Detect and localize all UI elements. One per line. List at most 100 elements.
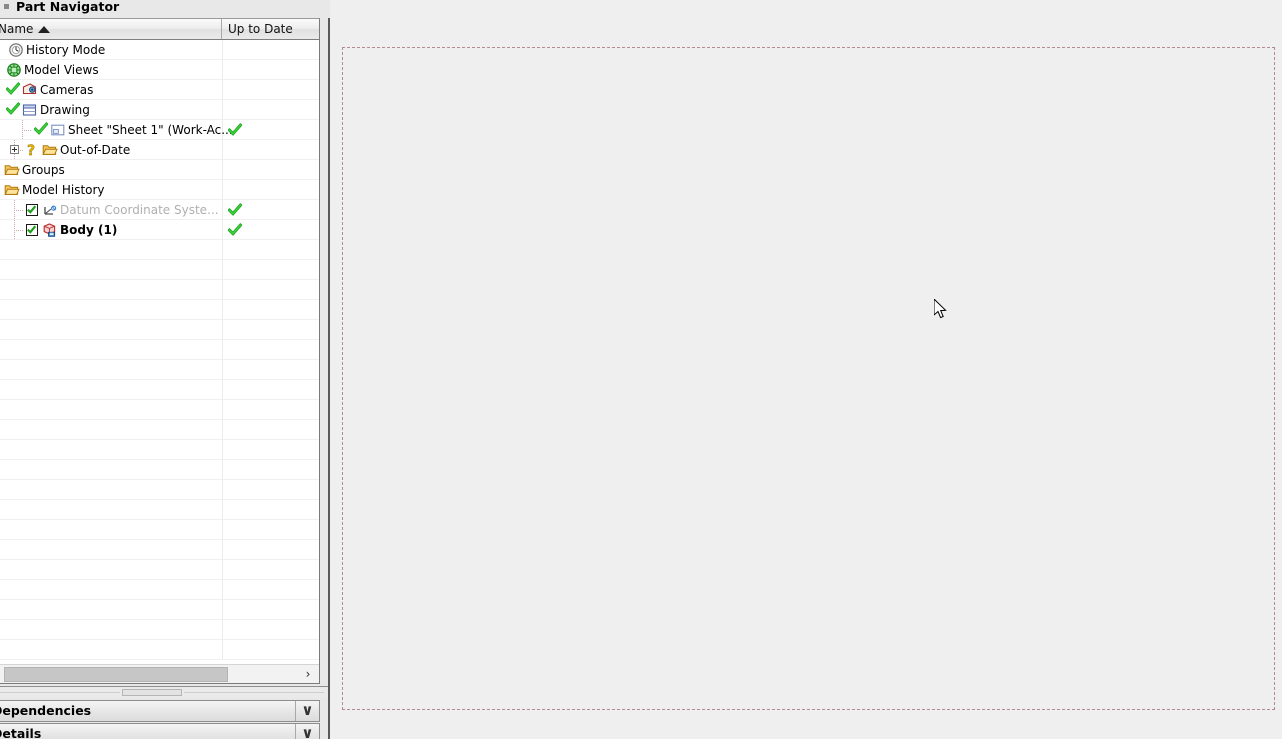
column-separator — [222, 620, 223, 640]
table-row-empty[interactable] — [0, 580, 319, 600]
drawing-sheet-border — [342, 47, 1275, 710]
feature-checkbox[interactable] — [26, 204, 38, 216]
table-row-empty[interactable] — [0, 480, 319, 500]
tree-connector-line — [14, 210, 24, 211]
table-row-empty[interactable] — [0, 240, 319, 260]
folder-icon — [42, 145, 58, 155]
column-separator — [222, 200, 223, 220]
table-row-empty[interactable] — [0, 460, 319, 480]
sheet-icon — [51, 124, 65, 136]
table-row[interactable]: Sheet "Sheet 1" (Work-Ac... — [0, 120, 319, 140]
section-details[interactable]: Details ∨ — [0, 723, 320, 739]
column-separator — [222, 340, 223, 360]
chevron-down-icon-details[interactable]: ∨ — [295, 724, 319, 739]
table-row[interactable]: Drawing — [0, 100, 319, 120]
table-row-empty[interactable] — [0, 400, 319, 420]
folder-icon — [4, 185, 20, 195]
column-separator — [222, 220, 223, 240]
table-row-empty[interactable] — [0, 320, 319, 340]
tree-item-label: Out-of-Date — [60, 143, 131, 157]
checkbox-check-icon — [27, 225, 37, 234]
column-separator — [222, 300, 223, 320]
tree-row-container: History Mode Model Views Cameras Drawing She… — [0, 40, 319, 664]
column-separator — [222, 600, 223, 620]
table-row-empty[interactable] — [0, 300, 319, 320]
column-separator — [222, 640, 223, 660]
column-header-name[interactable]: Name — [0, 19, 222, 39]
splitter-grip[interactable] — [122, 689, 182, 696]
table-row-empty[interactable] — [0, 600, 319, 620]
table-row-empty[interactable] — [0, 260, 319, 280]
up-to-date-check-icon — [228, 223, 242, 236]
feature-checkbox[interactable] — [26, 224, 38, 236]
column-separator — [222, 540, 223, 560]
table-row-empty[interactable] — [0, 280, 319, 300]
tree-column-header-row: Name Up to Date — [0, 19, 319, 40]
panel-splitter[interactable] — [0, 686, 328, 698]
part-navigator-panel: Part Navigator Name Up to Date History M… — [0, 0, 330, 739]
column-separator — [222, 60, 223, 80]
table-row[interactable]: History Mode — [0, 40, 319, 60]
table-row-empty[interactable] — [0, 540, 319, 560]
drawing-canvas[interactable] — [330, 0, 1282, 739]
table-row-empty[interactable] — [0, 500, 319, 520]
expand-node-button[interactable] — [10, 145, 19, 154]
column-separator — [222, 260, 223, 280]
table-row[interactable]: Body (1) — [0, 220, 319, 240]
tree-item-label: History Mode — [26, 43, 106, 57]
body-icon — [43, 223, 56, 237]
row-state-check-icon — [34, 122, 48, 135]
column-separator — [222, 480, 223, 500]
table-row[interactable]: Cameras — [0, 80, 319, 100]
out-of-date-question-icon: ? — [27, 143, 36, 158]
model-views-icon — [7, 63, 21, 77]
row-state-check-icon — [6, 82, 20, 95]
table-row[interactable]: Datum Coordinate Syste... — [0, 200, 319, 220]
column-separator — [222, 560, 223, 580]
section-dependencies-label: Dependencies — [0, 703, 92, 718]
column-header-up-to-date[interactable]: Up to Date — [222, 19, 319, 39]
scrollbar-thumb[interactable] — [4, 667, 228, 682]
table-row-empty[interactable] — [0, 620, 319, 640]
row-state-check-icon — [6, 102, 20, 115]
up-to-date-check-icon — [228, 123, 242, 136]
tree-item-label: Cameras — [40, 83, 94, 97]
folder-icon — [4, 165, 20, 175]
column-separator — [222, 380, 223, 400]
section-dependencies[interactable]: Dependencies ∨ — [0, 700, 320, 722]
table-row-empty[interactable] — [0, 640, 319, 660]
table-row-empty[interactable] — [0, 520, 319, 540]
table-row-empty[interactable] — [0, 560, 319, 580]
column-separator — [222, 80, 223, 100]
part-navigator-tree[interactable]: Name Up to Date History Mode Model Views C… — [0, 18, 320, 684]
column-separator — [222, 320, 223, 340]
tree-item-label: Datum Coordinate Syste... — [60, 203, 219, 217]
sort-ascending-icon — [38, 26, 50, 33]
column-separator — [222, 440, 223, 460]
table-row[interactable]: Groups — [0, 160, 319, 180]
chevron-down-icon-dependencies[interactable]: ∨ — [295, 701, 319, 721]
tree-item-label: Body (1) — [60, 223, 118, 237]
table-row-empty[interactable] — [0, 340, 319, 360]
svg-text:?: ? — [27, 143, 35, 158]
table-row-empty[interactable] — [0, 360, 319, 380]
tree-item-label: Model History — [22, 183, 105, 197]
column-separator — [222, 240, 223, 260]
splitter-line-left — [0, 692, 120, 693]
tree-horizontal-scrollbar[interactable]: › — [0, 664, 319, 683]
table-row-empty[interactable] — [0, 420, 319, 440]
table-row-empty[interactable] — [0, 440, 319, 460]
tree-item-label: Drawing — [40, 103, 90, 117]
tree-connector-line — [14, 230, 24, 231]
panel-title-label: Part Navigator — [16, 0, 120, 14]
column-separator — [222, 420, 223, 440]
table-row[interactable]: ? Out-of-Date — [0, 140, 319, 160]
table-row[interactable]: Model Views — [0, 60, 319, 80]
table-row[interactable]: Model History — [0, 180, 319, 200]
column-header-up-to-date-label: Up to Date — [228, 22, 293, 36]
column-header-name-label: Name — [0, 22, 34, 36]
scrollbar-right-arrow-icon[interactable]: › — [300, 667, 316, 682]
column-separator — [222, 500, 223, 520]
clock-icon — [9, 43, 23, 57]
table-row-empty[interactable] — [0, 380, 319, 400]
